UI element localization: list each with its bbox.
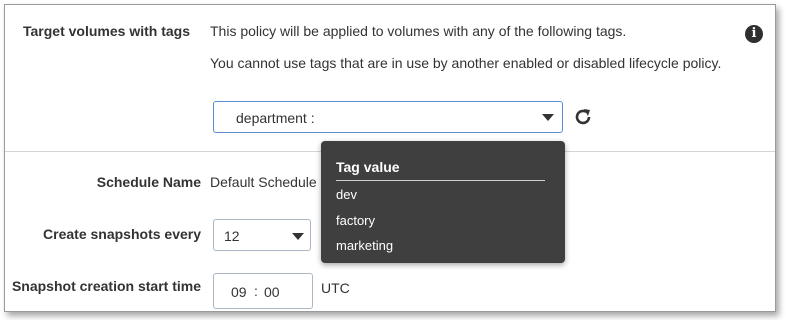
tags-help-text-2: You cannot use tags that are in use by a… <box>210 55 722 71</box>
tag-key-select-value: department : <box>236 110 315 126</box>
target-volumes-label: Target volumes with tags <box>23 23 190 39</box>
tag-value-option[interactable]: marketing <box>336 238 393 253</box>
start-time-label: Snapshot creation start time <box>11 278 201 294</box>
snapshot-interval-select[interactable]: 12 <box>213 219 311 251</box>
schedule-name-value: Default Schedule <box>210 174 317 190</box>
info-icon[interactable]: i <box>745 25 763 43</box>
timezone-label: UTC <box>321 280 350 296</box>
start-minute[interactable]: 00 <box>264 284 280 300</box>
tag-value-header: Tag value <box>336 159 400 175</box>
tag-key-select[interactable]: department : <box>213 101 563 133</box>
dropdown-divider <box>336 180 545 181</box>
time-separator: : <box>254 283 258 299</box>
chevron-down-icon <box>542 114 554 121</box>
tags-help-text-1: This policy will be applied to volumes w… <box>210 23 627 39</box>
tag-value-dropdown: Tag value dev factory marketing <box>321 141 565 263</box>
tag-value-option[interactable]: dev <box>336 187 357 202</box>
schedule-name-label: Schedule Name <box>96 174 201 190</box>
refresh-icon[interactable] <box>573 107 593 127</box>
policy-panel: Target volumes with tags This policy wil… <box>4 4 776 312</box>
tag-value-option[interactable]: factory <box>336 213 375 228</box>
chevron-down-icon <box>292 233 304 240</box>
start-hour[interactable]: 09 <box>231 284 247 300</box>
start-time-input[interactable]: 09 : 00 <box>213 273 313 309</box>
snapshot-interval-value: 12 <box>224 228 240 244</box>
snapshot-interval-label: Create snapshots every <box>43 226 201 242</box>
